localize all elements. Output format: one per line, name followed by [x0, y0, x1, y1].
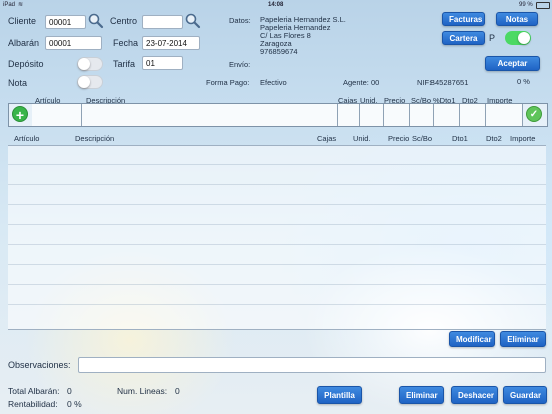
- centro-input[interactable]: [142, 15, 183, 29]
- table-col-importe: Importe: [510, 134, 536, 143]
- forma-pago-value: Efectivo: [260, 78, 287, 87]
- grid-line: [8, 264, 546, 265]
- grid-line: [8, 284, 546, 285]
- observaciones-input[interactable]: [78, 357, 546, 373]
- entry-precio-field[interactable]: [384, 104, 410, 126]
- total-albaran-label: Total Albarán:: [8, 386, 60, 396]
- centro-label: Centro: [110, 16, 138, 26]
- line-entry-bar: [8, 103, 548, 127]
- grid-line: [8, 184, 546, 185]
- p-toggle[interactable]: [505, 31, 531, 45]
- aceptar-button[interactable]: Aceptar: [485, 56, 540, 71]
- lines-table[interactable]: [8, 145, 546, 330]
- cliente-label: Cliente: [8, 16, 37, 26]
- table-col-scbo: Sc/Bo: [412, 134, 433, 143]
- battery-icon: [536, 2, 550, 9]
- toggle-knob: [78, 58, 90, 70]
- customer-line: 976859674: [260, 47, 298, 56]
- table-col-descripcion: Descripción: [75, 134, 115, 143]
- tarifa-input[interactable]: [142, 56, 183, 70]
- table-col-precio: Precio: [388, 134, 410, 143]
- battery-text: 99 %: [519, 2, 533, 8]
- agente-value: 00: [371, 78, 380, 87]
- table-col-unid: Unid.: [353, 134, 371, 143]
- total-albaran-value: 0: [67, 386, 72, 396]
- entry-unid-field[interactable]: [360, 104, 384, 126]
- customer-details: Papeleria Hernandez S.L. Papeleria Herna…: [260, 16, 346, 56]
- num-lineas-label: Num. Lineas:: [117, 386, 168, 396]
- deposito-toggle[interactable]: [77, 57, 103, 71]
- search-icon[interactable]: [88, 13, 104, 31]
- fecha-label: Fecha: [113, 38, 139, 48]
- albaran-input[interactable]: [45, 36, 102, 50]
- entry-cajas-field[interactable]: [338, 104, 360, 126]
- cliente-input[interactable]: [45, 15, 86, 29]
- device-name: iPad: [3, 2, 16, 8]
- fecha-input[interactable]: [142, 36, 200, 50]
- envio-label: Envío:: [229, 60, 251, 69]
- grid-line: [8, 164, 546, 165]
- p-label: P: [489, 33, 496, 43]
- add-line-icon[interactable]: +: [12, 106, 28, 123]
- facturas-button[interactable]: Facturas: [442, 12, 485, 26]
- entry-importe-field[interactable]: [486, 104, 523, 126]
- entry-descripcion-field[interactable]: [82, 104, 338, 126]
- search-icon[interactable]: [185, 13, 201, 31]
- observaciones-label: Observaciones:: [8, 360, 71, 370]
- grid-line: [8, 204, 546, 205]
- datos-label: Datos:: [229, 16, 251, 25]
- deposito-label: Depósito: [8, 59, 44, 69]
- toggle-knob: [518, 32, 530, 44]
- nota-toggle[interactable]: [77, 75, 103, 89]
- table-col-dto1: Dto1: [452, 134, 468, 143]
- clock: 14:08: [268, 2, 284, 8]
- grid-line: [8, 304, 546, 305]
- rentabilidad-label: Rentabilidad:: [8, 399, 58, 409]
- eliminar-button[interactable]: Eliminar: [399, 386, 444, 404]
- plantilla-button[interactable]: Plantilla: [317, 386, 362, 404]
- entry-scbo-field[interactable]: [410, 104, 434, 126]
- entry-articulo-field[interactable]: [32, 104, 82, 126]
- eliminar-line-button[interactable]: Eliminar: [500, 331, 546, 347]
- albaran-label: Albarán: [8, 38, 40, 48]
- status-bar: iPad ≋ 14:08 99 %: [0, 0, 552, 10]
- forma-pago-label: Forma Pago:: [206, 78, 250, 87]
- table-col-cajas: Cajas: [317, 134, 337, 143]
- nif-value: B45287651: [430, 78, 469, 87]
- table-col-articulo: Artículo: [14, 134, 40, 143]
- wifi-icon: ≋: [18, 2, 24, 8]
- deshacer-button[interactable]: Deshacer: [451, 386, 498, 404]
- table-col-dto2: Dto2: [486, 134, 502, 143]
- toggle-knob: [78, 76, 90, 88]
- cartera-button[interactable]: Cartera: [442, 31, 485, 45]
- agente-label: Agente:: [343, 78, 369, 87]
- nota-label: Nota: [8, 78, 28, 88]
- guardar-button[interactable]: Guardar: [503, 386, 547, 404]
- entry-dto1-field[interactable]: [434, 104, 460, 126]
- tarifa-label: Tarifa: [113, 59, 136, 69]
- modificar-button[interactable]: Modificar: [449, 331, 495, 347]
- grid-line: [8, 224, 546, 225]
- notas-button[interactable]: Notas: [496, 12, 538, 26]
- grid-line: [8, 244, 546, 245]
- entry-dto2-field[interactable]: [460, 104, 486, 126]
- percent-value: 0 %: [517, 77, 530, 86]
- confirm-line-icon[interactable]: ✓: [526, 106, 542, 122]
- num-lineas-value: 0: [175, 386, 180, 396]
- rentabilidad-value: 0 %: [67, 399, 82, 409]
